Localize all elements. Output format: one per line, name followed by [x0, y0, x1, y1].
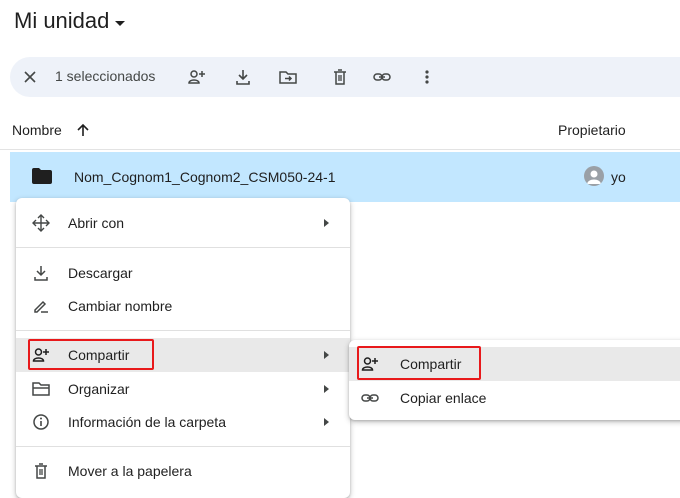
file-row[interactable]: Nom_Cognom1_Cognom2_CSM050-24-1 yo [10, 152, 680, 202]
menu-item-rename[interactable]: Cambiar nombre [16, 289, 350, 323]
chevron-right-icon [324, 351, 329, 359]
close-icon[interactable] [20, 67, 40, 87]
link-icon[interactable] [372, 67, 392, 87]
menu-item-move-to-trash[interactable]: Mover a la papelera [16, 454, 350, 488]
share-submenu: Compartir Copiar enlace [349, 340, 680, 420]
arrow-up-icon[interactable] [76, 123, 90, 137]
file-owner: yo [611, 169, 626, 185]
menu-divider [16, 247, 350, 248]
download-icon [32, 264, 50, 282]
move-icon[interactable] [278, 67, 298, 87]
trash-icon [32, 462, 50, 480]
menu-item-label: Mover a la papelera [68, 463, 192, 479]
column-header-owner[interactable]: Propietario [558, 122, 626, 138]
selected-count: 1 seleccionados [55, 68, 156, 84]
chevron-right-icon [324, 385, 329, 393]
folder-icon [32, 168, 52, 184]
more-icon[interactable] [417, 67, 437, 87]
menu-item-label: Abrir con [68, 215, 125, 231]
folder-icon [32, 380, 50, 398]
menu-divider [16, 330, 350, 331]
info-icon [32, 413, 50, 431]
file-name: Nom_Cognom1_Cognom2_CSM050-24-1 [74, 169, 336, 185]
download-icon[interactable] [233, 67, 253, 87]
share-icon[interactable] [187, 67, 207, 87]
chevron-right-icon [324, 418, 329, 426]
rename-icon [32, 297, 50, 315]
menu-item-label: Organizar [68, 381, 130, 397]
link-icon [361, 389, 379, 407]
menu-item-label: Información de la carpeta [68, 414, 226, 430]
header-divider [0, 149, 680, 150]
column-header-name-label: Nombre [12, 122, 62, 138]
submenu-item-label: Copiar enlace [400, 390, 487, 406]
submenu-item-copy-link[interactable]: Copiar enlace [349, 381, 680, 415]
highlight-box [357, 346, 481, 380]
page-title-text: Mi unidad [14, 8, 110, 33]
menu-item-organize[interactable]: Organizar [16, 372, 350, 406]
trash-icon[interactable] [330, 67, 350, 87]
context-menu: Abrir con Descargar Cambiar nombre Compa… [16, 198, 350, 498]
page-title[interactable]: Mi unidad [14, 8, 126, 34]
menu-item-label: Descargar [68, 265, 133, 281]
menu-item-folder-info[interactable]: Información de la carpeta [16, 405, 350, 439]
column-header-name[interactable]: Nombre [12, 122, 90, 138]
menu-divider [16, 446, 350, 447]
menu-item-open-with[interactable]: Abrir con [16, 206, 350, 240]
menu-item-download[interactable]: Descargar [16, 256, 350, 290]
highlight-box [28, 339, 154, 370]
chevron-down-icon [115, 20, 126, 26]
chevron-right-icon [324, 219, 329, 227]
open-with-icon [32, 214, 50, 232]
selection-action-bar: 1 seleccionados [10, 57, 680, 97]
avatar [584, 166, 604, 186]
menu-item-label: Cambiar nombre [68, 298, 173, 314]
